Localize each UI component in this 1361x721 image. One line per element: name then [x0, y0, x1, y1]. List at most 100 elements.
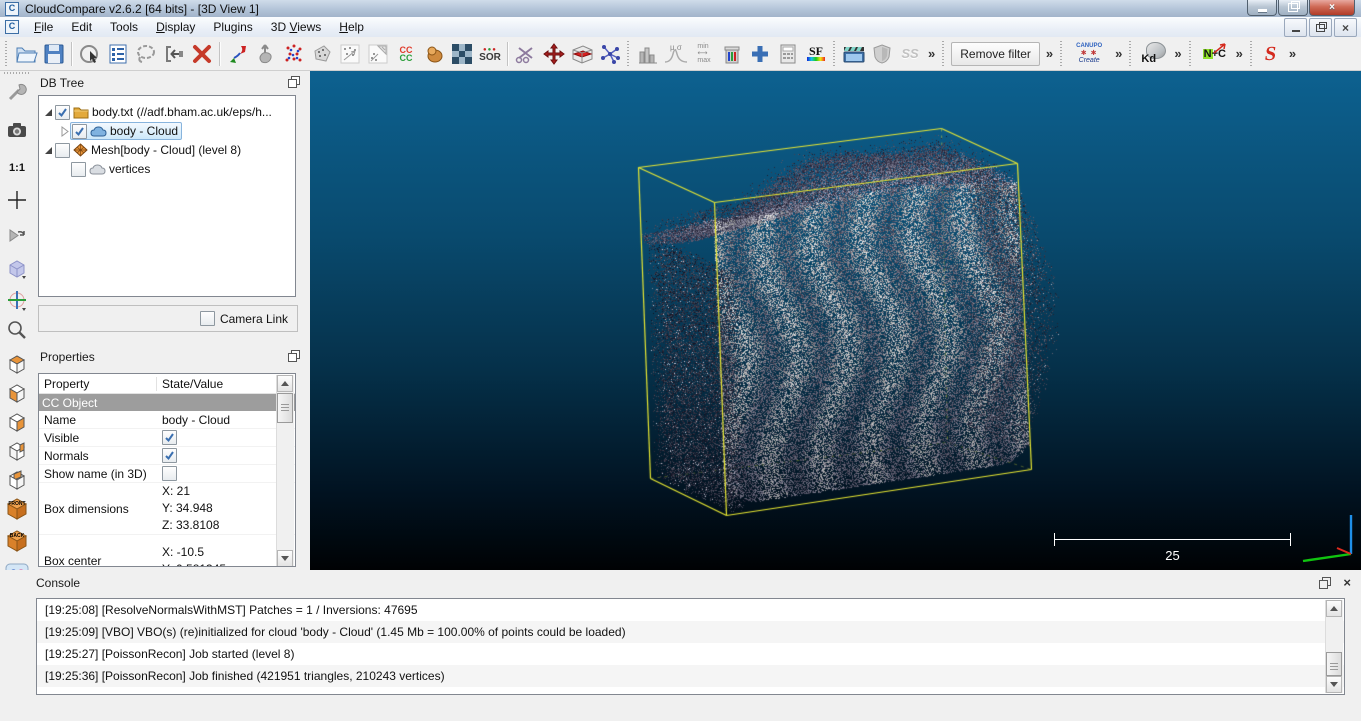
- animation-plugin-button[interactable]: [840, 40, 868, 68]
- perspective-button[interactable]: [5, 256, 29, 280]
- view-iso-back-button[interactable]: BACK: [5, 529, 29, 553]
- toolbar-overflow-chevron[interactable]: »: [1042, 46, 1057, 61]
- float-panel-icon[interactable]: [1319, 577, 1331, 589]
- menu-file[interactable]: File: [25, 18, 62, 36]
- sor-filter-button[interactable]: ●●●SOR: [476, 40, 504, 68]
- toolbar-drag-handle[interactable]: [1250, 41, 1254, 67]
- visibility-checkbox[interactable]: [71, 162, 86, 177]
- normals-curvature-button[interactable]: N+C: [1196, 40, 1232, 68]
- tree-row-body-txt[interactable]: body.txt (//adf.bham.ac.uk/eps/h...: [39, 103, 295, 121]
- canupo-create-button[interactable]: CANUPO✱ ✱Create: [1067, 40, 1111, 68]
- gaussian-filter-button[interactable]: μ,σ: [662, 40, 690, 68]
- segment-lasso-button[interactable]: [132, 40, 160, 68]
- cross-section-button[interactable]: [512, 40, 540, 68]
- toolbar-drag-handle[interactable]: [1129, 41, 1133, 67]
- float-panel-icon[interactable]: [288, 76, 300, 88]
- screenshot-button[interactable]: [5, 118, 29, 142]
- view-back-button[interactable]: [5, 468, 29, 492]
- zoom-button[interactable]: [5, 318, 29, 342]
- menu-tools[interactable]: Tools: [101, 18, 147, 36]
- normals-checkbox[interactable]: [162, 448, 177, 463]
- expander-collapsed-icon[interactable]: [59, 126, 70, 137]
- translate-mode-button[interactable]: [540, 40, 568, 68]
- toolbar-overflow-chevron[interactable]: »: [1170, 46, 1185, 61]
- view-front-button[interactable]: [5, 381, 29, 405]
- properties-scrollbar[interactable]: [276, 375, 294, 567]
- delete-button[interactable]: [188, 40, 216, 68]
- save-button[interactable]: [40, 40, 68, 68]
- 3d-view[interactable]: 25: [310, 71, 1361, 570]
- scroll-down-button[interactable]: [277, 550, 293, 567]
- close-button[interactable]: ×: [1309, 0, 1355, 16]
- sf-arithmetic-button[interactable]: [774, 40, 802, 68]
- menu-plugins[interactable]: Plugins: [204, 18, 261, 36]
- column-state-value[interactable]: State/Value: [157, 377, 223, 391]
- chessboard-button[interactable]: [448, 40, 476, 68]
- toolbar-overflow-chevron[interactable]: »: [1111, 46, 1126, 61]
- mesh-sampling-button[interactable]: [308, 40, 336, 68]
- float-panel-icon[interactable]: [288, 350, 300, 362]
- scroll-down-button[interactable]: [1326, 676, 1342, 693]
- remove-filter-button[interactable]: Remove filter: [951, 42, 1040, 66]
- shield-plugin-button[interactable]: [868, 40, 896, 68]
- camera-settings-button[interactable]: [5, 288, 29, 312]
- primitive-factory-button[interactable]: [420, 40, 448, 68]
- menu-display[interactable]: Display: [147, 18, 204, 36]
- subsample-button[interactable]: [280, 40, 308, 68]
- zoom-1-1-button[interactable]: 1:1: [5, 156, 29, 180]
- minimize-button[interactable]: [1247, 0, 1277, 16]
- toolbar-drag-handle[interactable]: [4, 72, 30, 76]
- toolbar-drag-handle[interactable]: [1189, 41, 1193, 67]
- tree-row-vertices[interactable]: vertices: [39, 160, 295, 178]
- ss-plugin-button[interactable]: SS: [896, 40, 924, 68]
- rotate-view-button[interactable]: [5, 223, 29, 247]
- delete-sf-button[interactable]: [718, 40, 746, 68]
- visibility-checkbox[interactable]: [55, 143, 70, 158]
- mdi-minimize-button[interactable]: [1284, 18, 1307, 37]
- visible-checkbox[interactable]: [162, 430, 177, 445]
- view-iso-front-button[interactable]: FRONT: [5, 497, 29, 521]
- view-top-button[interactable]: [5, 352, 29, 376]
- toolbar-drag-handle[interactable]: [1060, 41, 1064, 67]
- toolbar-drag-handle[interactable]: [5, 41, 9, 67]
- kd-tree-button[interactable]: Kd: [1136, 40, 1170, 68]
- toolbar-drag-handle[interactable]: [942, 41, 946, 67]
- cloudcompare-distance-button[interactable]: CCCC: [392, 40, 420, 68]
- open-file-button[interactable]: [12, 40, 40, 68]
- toolbar-drag-handle[interactable]: [833, 41, 837, 67]
- apply-transformation-button[interactable]: [160, 40, 188, 68]
- histogram-button[interactable]: [634, 40, 662, 68]
- scroll-thumb[interactable]: [277, 393, 293, 423]
- expander-expanded-icon[interactable]: [43, 108, 54, 117]
- pick-rotation-center-button[interactable]: [76, 40, 104, 68]
- visibility-checkbox[interactable]: [55, 105, 70, 120]
- spline-plugin-button[interactable]: S: [1257, 40, 1285, 68]
- view-left-button[interactable]: [5, 410, 29, 434]
- tools-button[interactable]: [5, 80, 29, 104]
- column-property[interactable]: Property: [39, 377, 157, 391]
- pivot-button[interactable]: [5, 188, 29, 212]
- selected-tree-item[interactable]: body - Cloud: [70, 122, 182, 140]
- scroll-up-button[interactable]: [1326, 600, 1342, 617]
- show-name-checkbox[interactable]: [162, 466, 177, 481]
- camera-link-checkbox[interactable]: [200, 311, 215, 326]
- scroll-up-button[interactable]: [277, 375, 293, 392]
- scroll-thumb[interactable]: [1326, 652, 1342, 676]
- console-scrollbar[interactable]: [1325, 600, 1343, 693]
- register-button[interactable]: [224, 40, 252, 68]
- add-constant-sf-button[interactable]: [746, 40, 774, 68]
- toolbar-overflow-chevron[interactable]: »: [924, 46, 939, 61]
- menu-help[interactable]: Help: [330, 18, 373, 36]
- noise-filter-button[interactable]: [336, 40, 364, 68]
- fine-registration-button[interactable]: [252, 40, 280, 68]
- connected-components-button[interactable]: [596, 40, 624, 68]
- toolbar-overflow-chevron[interactable]: »: [1232, 46, 1247, 61]
- mdi-close-button[interactable]: ×: [1334, 18, 1357, 37]
- toolbar-overflow-chevron[interactable]: »: [1285, 46, 1300, 61]
- tree-row-mesh[interactable]: Mesh[body - Cloud] (level 8): [39, 141, 295, 159]
- mdi-restore-button[interactable]: [1309, 18, 1332, 37]
- console-display-button[interactable]: [104, 40, 132, 68]
- sf-minmax-button[interactable]: min⟷max: [690, 40, 718, 68]
- clipping-box-button[interactable]: [568, 40, 596, 68]
- toolbar-drag-handle[interactable]: [627, 41, 631, 67]
